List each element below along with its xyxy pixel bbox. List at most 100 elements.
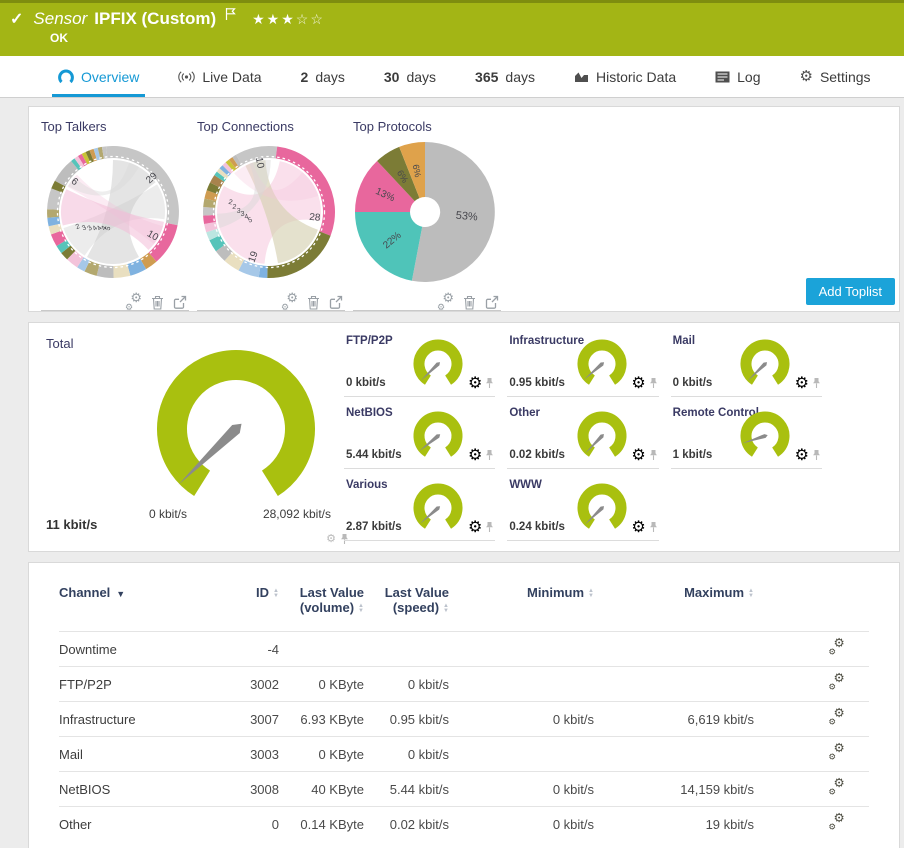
cell-actions: ⚙ ⚙ xyxy=(754,701,869,737)
log-icon xyxy=(715,71,730,82)
cell-max xyxy=(594,736,754,772)
toplist-panel-top-talkers: Top Talkers 29 10 6 2 3 3 4 4 4 5 ⚙ ⚙ xyxy=(41,119,189,311)
toplist-panel-top-protocols: Top Protocols 53% 22% 13% 6% 6% ⚙ ⚙ xyxy=(353,119,501,311)
channel-value: 0 kbit/s xyxy=(346,377,386,389)
channel-value: 5.44 kbit/s xyxy=(346,449,402,461)
toplist-chart-top-talkers: 291062 334445 xyxy=(47,146,179,279)
priority-stars[interactable]: ★★★☆☆ xyxy=(252,11,325,28)
gear-icon[interactable]: ⚙ xyxy=(468,445,482,465)
gear-icon[interactable]: ⚙ xyxy=(795,445,809,465)
pin-icon[interactable] xyxy=(649,449,658,461)
channel-settings-icon[interactable]: ⚙ ⚙ xyxy=(828,777,844,796)
tab-overview[interactable]: Overview xyxy=(52,56,146,97)
tab-label: days xyxy=(505,68,535,85)
channel-name: FTP/P2P xyxy=(346,335,393,347)
pin-icon[interactable] xyxy=(485,521,494,533)
cell-vol: 40 KByte xyxy=(279,771,364,807)
tab-log[interactable]: Log xyxy=(709,56,766,97)
tab-label: days xyxy=(315,68,345,85)
cell-actions: ⚙ ⚙ xyxy=(754,631,869,667)
trash-icon[interactable] xyxy=(151,295,164,310)
column-header-last-value-speed-[interactable]: Last Value (speed) ▲ ▼ xyxy=(364,585,449,632)
channel-name: Mail xyxy=(672,335,696,347)
channel-name: WWW xyxy=(509,479,542,491)
total-gauge-panel: Total 0 kbit/s 28,092 kbit/s 11 kbit/s ⚙ xyxy=(29,323,361,551)
cell-actions: ⚙ ⚙ xyxy=(754,771,869,807)
tab-historic-data[interactable]: Historic Data xyxy=(568,56,682,97)
status-badge: OK xyxy=(50,31,68,45)
channel-gauge xyxy=(413,411,463,457)
channel-settings-icon[interactable]: ⚙ ⚙ xyxy=(828,812,844,831)
column-header-last-value-volume-[interactable]: Last Value (volume) ▲ ▼ xyxy=(279,585,364,632)
toplists-card: Top Talkers 29 10 6 2 3 3 4 4 4 5 ⚙ ⚙ Top Connections… xyxy=(28,106,900,312)
toplist-settings-icon[interactable]: ⚙ ⚙ xyxy=(125,291,142,312)
tab-settings[interactable]: ⚙ Settings xyxy=(793,56,876,97)
add-toplist-button[interactable]: Add Toplist xyxy=(805,278,895,305)
flag-icon[interactable] xyxy=(225,7,236,26)
table-row-other: Other 0 0.14 KByte 0.02 kbit/s 0 kbit/s 19 kb… xyxy=(59,806,869,841)
cell-max xyxy=(594,666,754,702)
channel-settings-icon[interactable]: ⚙ ⚙ xyxy=(828,672,844,691)
external-link-icon[interactable] xyxy=(485,295,499,309)
trash-icon[interactable] xyxy=(307,295,320,310)
trash-icon[interactable] xyxy=(463,295,476,310)
tab-number: 2 xyxy=(300,68,309,85)
gauge-scale-max: 28,092 kbit/s xyxy=(262,507,331,521)
channel-settings-icon[interactable]: ⚙ ⚙ xyxy=(828,637,844,656)
sensor-kind-label: Sensor xyxy=(33,9,88,28)
gear-icon[interactable]: ⚙ xyxy=(795,373,809,393)
column-header-channel[interactable]: Channel ▼ xyxy=(59,585,219,632)
column-label: Channel xyxy=(59,585,111,600)
column-header-minimum[interactable]: Minimum ▲ ▼ xyxy=(449,585,594,632)
gear-icon[interactable]: ⚙ xyxy=(631,445,645,465)
toplist-settings-icon[interactable]: ⚙ ⚙ xyxy=(437,291,454,312)
cell-channel: NetBIOS xyxy=(59,771,219,807)
channel-gauge xyxy=(577,411,627,457)
tab-2-days[interactable]: 2 days xyxy=(295,56,351,97)
pin-icon[interactable] xyxy=(485,449,494,461)
pin-icon[interactable] xyxy=(649,521,658,533)
cell-speed: 0.02 kbit/s xyxy=(364,806,449,841)
toplist-chart-top-protocols: 53%22%13%6% 6% xyxy=(355,141,495,282)
channel-settings-icon[interactable]: ⚙ ⚙ xyxy=(828,742,844,761)
toplist-settings-icon[interactable]: ⚙ ⚙ xyxy=(281,291,298,312)
channel-name: NetBIOS xyxy=(346,407,393,419)
channel-settings-icon[interactable]: ⚙ ⚙ xyxy=(828,707,844,726)
pin-icon[interactable] xyxy=(812,449,821,461)
tab-30-days[interactable]: 30 days xyxy=(378,56,442,97)
cell-speed: 0.95 kbit/s xyxy=(364,701,449,737)
pin-icon[interactable] xyxy=(649,377,658,389)
pin-icon[interactable] xyxy=(485,377,494,389)
gear-icon[interactable]: ⚙ xyxy=(326,533,336,545)
channel-gauge xyxy=(740,411,790,457)
svg-text:28: 28 xyxy=(309,212,322,224)
tab-live-data[interactable]: Live Data xyxy=(172,56,267,97)
cell-vol: 0 KByte xyxy=(279,666,364,702)
gear-icon[interactable]: ⚙ xyxy=(468,373,482,393)
cell-id: 3003 xyxy=(219,736,279,772)
gear-icon[interactable]: ⚙ xyxy=(631,517,645,537)
gauge-scale-min: 0 kbit/s xyxy=(149,507,188,521)
column-label: Maximum xyxy=(684,585,745,600)
gauge-cell-various: Various 2.87 kbit/s ⚙ xyxy=(344,477,496,541)
tab-365-days[interactable]: 365 days xyxy=(469,56,541,97)
gear-icon[interactable]: ⚙ xyxy=(631,373,645,393)
column-header-maximum[interactable]: Maximum ▲ ▼ xyxy=(594,585,754,632)
cell-channel: FTP/P2P xyxy=(59,666,219,702)
table-row-downtime: Downtime -4 ⚙ ⚙ xyxy=(59,631,869,667)
external-link-icon[interactable] xyxy=(329,295,343,309)
sort-icon: ▲ ▼ xyxy=(443,602,449,614)
historic-data-icon xyxy=(574,72,588,82)
channel-gauge xyxy=(413,483,463,529)
channel-name: Various xyxy=(346,479,388,491)
channel-value: 0.95 kbit/s xyxy=(509,377,565,389)
column-header-id[interactable]: ID ▲ ▼ xyxy=(219,585,279,632)
gear-icon[interactable]: ⚙ xyxy=(468,517,482,537)
pin-icon[interactable] xyxy=(812,377,821,389)
total-gauge xyxy=(157,350,315,497)
stars-empty: ☆☆ xyxy=(295,10,325,27)
column-label: Last Value xyxy=(299,585,364,600)
external-link-icon[interactable] xyxy=(173,295,187,309)
cell-min xyxy=(449,736,594,772)
gauge-cell-other: Other 0.02 kbit/s ⚙ xyxy=(507,405,659,469)
